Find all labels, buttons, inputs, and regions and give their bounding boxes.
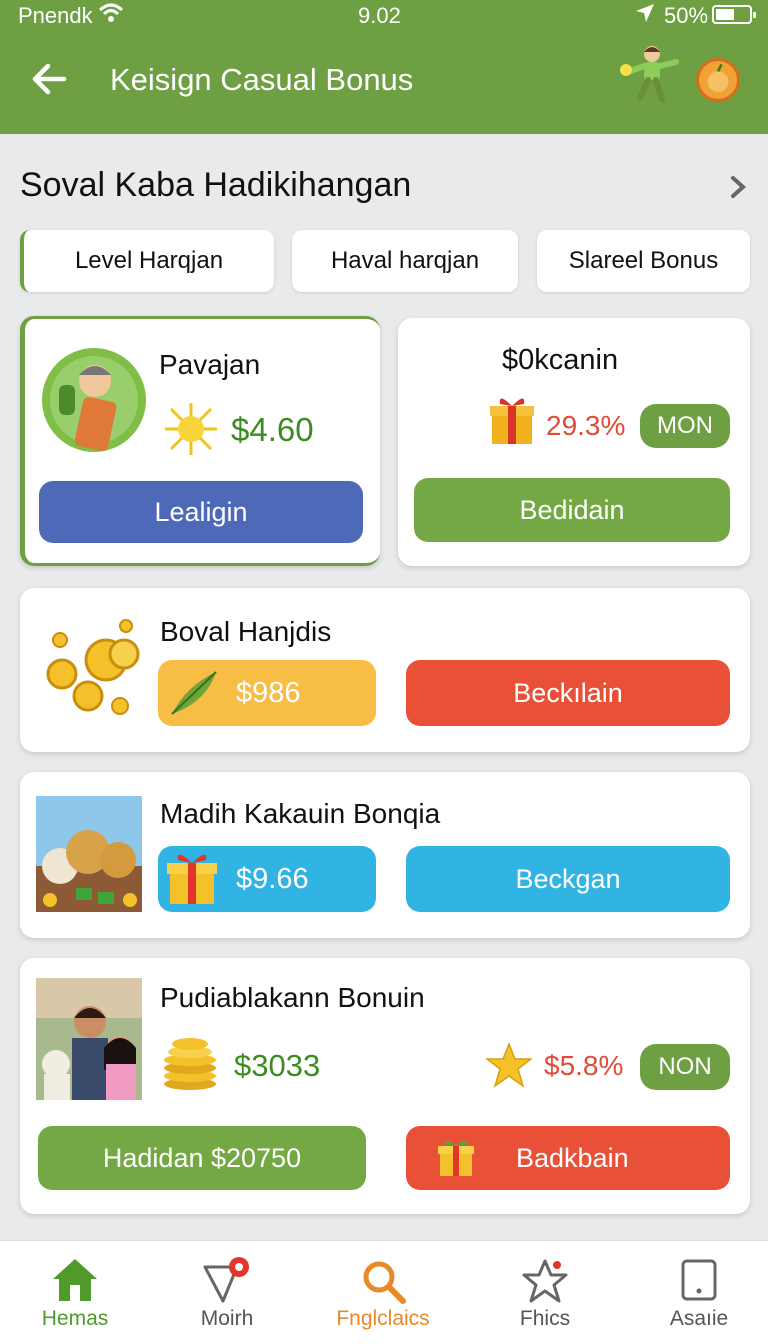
- bonus-amount: $3033: [234, 1048, 321, 1083]
- location-icon: [636, 4, 654, 22]
- tab-haval[interactable]: Haval harqjan: [292, 230, 518, 292]
- bonus-card-okcanin: $0kcanin 29.3% MON Bedidain: [398, 318, 750, 566]
- family-photo-image: [36, 978, 142, 1100]
- nav-item-home[interactable]: Hemas: [0, 1241, 150, 1344]
- nav-label: Asaıie: [669, 1307, 729, 1330]
- app-header: Pnendk 9.02 50% Keisign Casual Bonus: [0, 0, 768, 134]
- nav-item-search[interactable]: Fnglclaics: [308, 1241, 458, 1344]
- nav-item-asaie[interactable]: Asaıie: [624, 1241, 768, 1344]
- button-label: Badkbain: [516, 1143, 629, 1173]
- badkbain-button[interactable]: Badkbain: [406, 1126, 730, 1190]
- sun-icon: [165, 403, 217, 455]
- section-title: Soval Kaba Hadikihangan: [20, 166, 412, 204]
- card-title: Boval Hanjdis: [160, 616, 332, 647]
- carrier-label: Pnendk: [18, 3, 93, 28]
- back-arrow-icon[interactable]: [30, 58, 70, 100]
- coin-stack-icon: [164, 1038, 216, 1090]
- gift-icon: [438, 1140, 474, 1176]
- bonus-card-boval: Boval Hanjdis $986 Beckılain: [20, 588, 750, 752]
- coins-icon: [46, 619, 140, 715]
- nav-label: Moirh: [200, 1307, 254, 1330]
- card-title: Madih Kakauin Bonqia: [160, 798, 441, 829]
- bonus-amount: $986: [236, 677, 301, 709]
- nav-label: Hemas: [41, 1307, 109, 1330]
- amount-button[interactable]: $9.66: [158, 846, 376, 912]
- avatar: [42, 348, 146, 452]
- star-icon: [486, 1042, 532, 1088]
- wifi-icon: [98, 3, 124, 22]
- nav-item-moirh[interactable]: Moirh: [152, 1241, 302, 1344]
- non-badge: NON: [640, 1044, 730, 1090]
- status-bar: Pnendk 9.02 50%: [0, 0, 768, 30]
- fruit-badge-icon[interactable]: [696, 58, 740, 102]
- battery-percent: 50%: [664, 3, 709, 28]
- card-title: $0kcanin: [502, 344, 619, 376]
- battery-icon: [712, 5, 756, 24]
- tablet-icon: [681, 1259, 717, 1301]
- nav-item-fhics[interactable]: Fhics: [470, 1241, 620, 1344]
- mon-badge: MON: [640, 404, 730, 448]
- bonus-amount: $4.60: [231, 411, 314, 448]
- lealigin-button[interactable]: Lealigin: [39, 481, 363, 543]
- bedidain-button[interactable]: Bedidain: [414, 478, 730, 542]
- search-icon: [363, 1261, 406, 1304]
- amount-button[interactable]: $986: [158, 660, 376, 726]
- beckilain-button[interactable]: Beckılain: [406, 660, 730, 726]
- gift-icon: [167, 854, 217, 904]
- card-title: Pudiablakann Bonuin: [160, 982, 425, 1013]
- card-title: Pavajan: [159, 349, 261, 380]
- star-icon: [522, 1259, 568, 1303]
- teddy-bears-image: [36, 796, 142, 912]
- bonus-card-pavajan: Pavajan $4.60 Lealigin: [20, 316, 380, 566]
- tab-slareel-bonus[interactable]: Slareel Bonus: [537, 230, 750, 292]
- bonus-card-madih: Madih Kakauin Bonqia $9.66 Beckgan: [20, 772, 750, 938]
- bonus-amount: $9.66: [236, 863, 309, 895]
- gift-icon: [490, 398, 534, 444]
- bonus-percent: 29.3%: [546, 410, 626, 441]
- beckgan-button[interactable]: Beckgan: [406, 846, 730, 912]
- bottom-nav: Hemas Moirh Fnglclaics Fhics Asaıie: [0, 1240, 768, 1344]
- clock: 9.02: [358, 3, 401, 28]
- home-icon: [53, 1259, 97, 1301]
- leaf-icon: [171, 671, 217, 715]
- bonus-percent: $5.8%: [544, 1050, 624, 1081]
- tag-icon: [203, 1257, 249, 1303]
- nav-label: Fhics: [519, 1307, 571, 1330]
- page-title: Keisign Casual Bonus: [110, 62, 414, 97]
- player-mascot-icon[interactable]: [616, 44, 682, 108]
- bonus-card-pudiablakann: Pudiablakann Bonuin $3033 $5.8% NON Hadi…: [20, 958, 750, 1214]
- nav-label: Fnglclaics: [336, 1307, 430, 1330]
- hadidan-button[interactable]: Hadidan $20750: [38, 1126, 366, 1190]
- chevron-right-icon[interactable]: [724, 172, 752, 202]
- tab-level[interactable]: Level Harqjan: [20, 230, 274, 292]
